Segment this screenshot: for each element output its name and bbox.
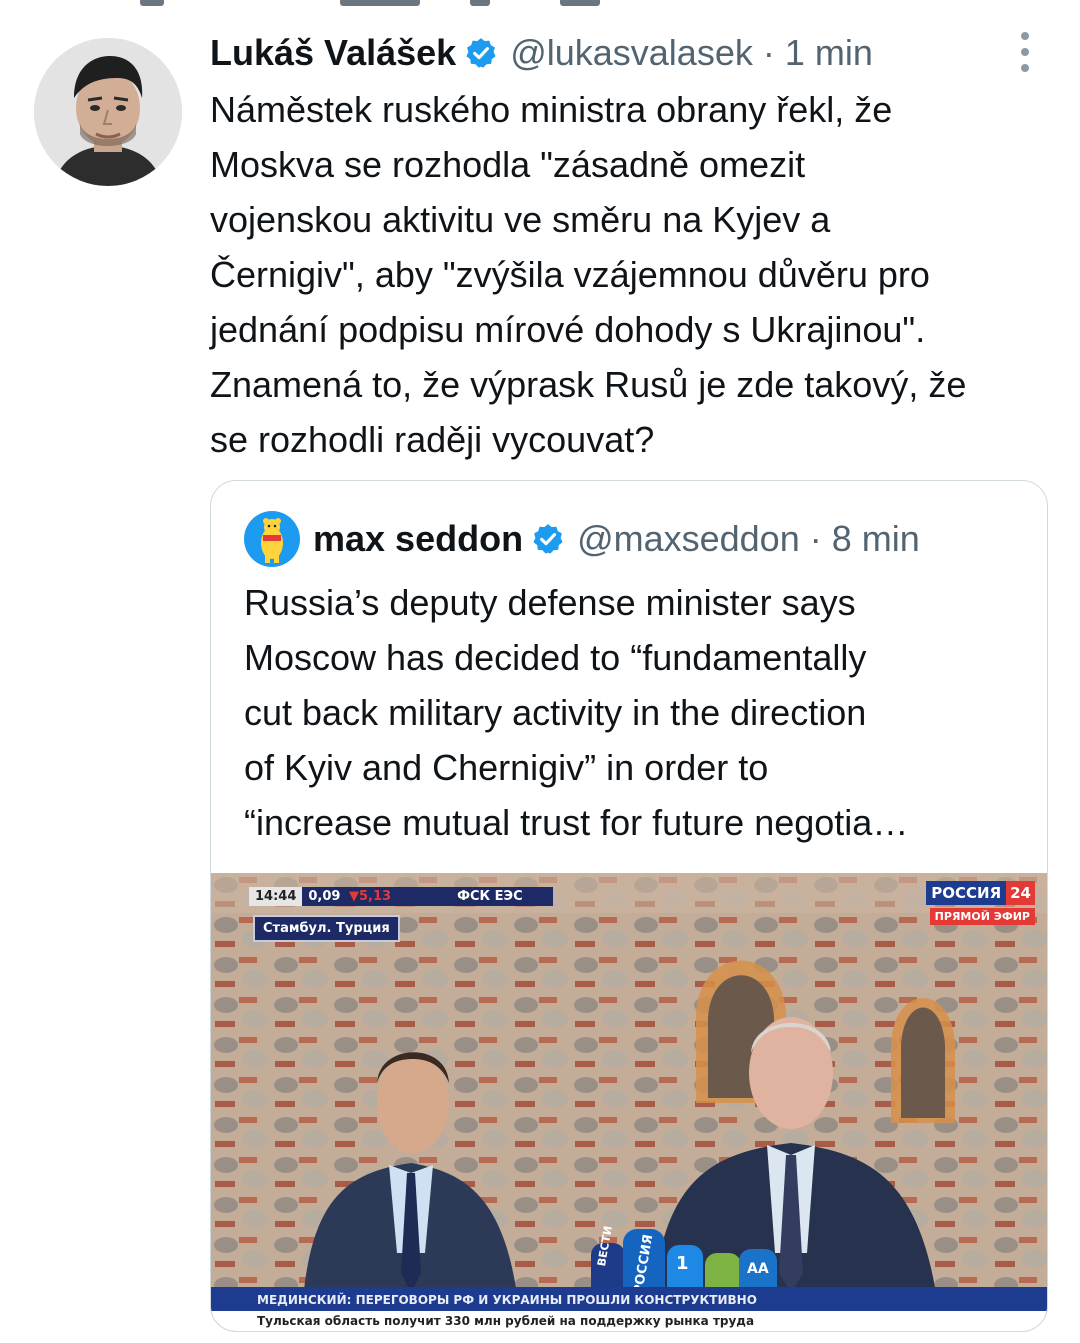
separator-dot: · bbox=[762, 32, 775, 73]
mic-label: AA bbox=[747, 1261, 769, 1277]
tweet-text-line: Náměstek ruského ministra obrany řekl, ž… bbox=[210, 89, 893, 130]
ticker-time: 14:44 bbox=[249, 886, 303, 906]
tweet-time[interactable]: 1 min bbox=[785, 32, 873, 74]
news-subline-bar: Тульская область получит 330 млн рублей … bbox=[211, 1311, 1047, 1331]
quoted-author-avatar[interactable] bbox=[244, 511, 300, 567]
news-headline-bar: МЕДИНСКИЙ: ПЕРЕГОВОРЫ РФ И УКРАИНЫ ПРОШЛ… bbox=[211, 1287, 1047, 1313]
tweet-text: Náměstek ruského ministra obrany řekl, ž… bbox=[210, 82, 1060, 467]
quoted-tweet-header: max seddon @maxseddon · 8 min bbox=[313, 514, 920, 564]
ticker-rate: 0,09 ▼5,13 bbox=[302, 886, 398, 906]
more-options-icon[interactable] bbox=[1010, 32, 1040, 72]
quoted-author-name[interactable]: max seddon bbox=[313, 518, 523, 560]
ticker-rate-value: 0,09 bbox=[308, 888, 341, 904]
channel-number: 24 bbox=[1006, 881, 1035, 905]
tweet-text-line: Moskva se rozhodla "zásadně omezit bbox=[210, 144, 806, 185]
tweet-header: Lukáš Valášek @lukasvalasek · 1 min bbox=[210, 28, 873, 78]
quoted-text-line: Moscow has decided to “fundamentally bbox=[244, 637, 867, 678]
ticker-change: ▼5,13 bbox=[349, 888, 392, 904]
ticker-exchange: ФСК ЕЭС bbox=[397, 886, 553, 906]
location-caption: Стамбул. Турция bbox=[253, 915, 400, 942]
separator-dot: · bbox=[809, 518, 822, 559]
tweet-text-line: se rozhodli raději vycouvat? bbox=[210, 419, 655, 460]
quoted-text-line: “increase mutual trust for future negoti… bbox=[244, 802, 909, 843]
mic-label: 1 bbox=[676, 1253, 689, 1274]
tweet[interactable]: Lukáš Valášek @lukasvalasek · 1 min Námě… bbox=[0, 0, 1080, 1343]
quoted-author-handle[interactable]: @maxseddon bbox=[577, 518, 800, 560]
quoted-text-line: cut back military activity in the direct… bbox=[244, 692, 867, 733]
quoted-tweet-media[interactable]: 14:44 0,09 ▼5,13 ФСК ЕЭС Стамбул. Турция… bbox=[211, 873, 1047, 1331]
channel-logo: РОССИЯ 24 ПРЯМОЙ ЭФИР bbox=[926, 881, 1035, 925]
tweet-text-line: Znamená to, že výprask Rusů je zde takov… bbox=[210, 364, 967, 405]
quoted-tweet-time[interactable]: 8 min bbox=[832, 518, 920, 560]
author-avatar[interactable] bbox=[34, 38, 182, 186]
news-ticker-top: 14:44 0,09 ▼5,13 ФСК ЕЭС bbox=[249, 885, 553, 907]
quoted-text-line: Russia’s deputy defense minister says bbox=[244, 582, 856, 623]
verified-badge-icon bbox=[531, 522, 565, 556]
live-badge: ПРЯМОЙ ЭФИР bbox=[929, 908, 1035, 925]
channel-name: РОССИЯ bbox=[926, 881, 1007, 905]
quoted-tweet-card[interactable]: max seddon @maxseddon · 8 min Russia’s d… bbox=[210, 480, 1048, 1332]
quoted-tweet-text: Russia’s deputy defense minister says Mo… bbox=[244, 575, 1034, 850]
verified-badge-icon bbox=[464, 36, 498, 70]
tweet-text-line: jednání podpisu mírové dohody s Ukrajino… bbox=[210, 309, 926, 350]
author-name[interactable]: Lukáš Valášek bbox=[210, 32, 456, 74]
tweet-text-line: vojenskou aktivitu ve směru na Kyjev a bbox=[210, 199, 831, 240]
quoted-text-line: of Kyiv and Chernigiv” in order to bbox=[244, 747, 769, 788]
author-handle[interactable]: @lukasvalasek bbox=[510, 32, 753, 74]
tweet-text-line: Černigiv", aby "zvýšila vzájemnou důvěru… bbox=[210, 254, 930, 295]
